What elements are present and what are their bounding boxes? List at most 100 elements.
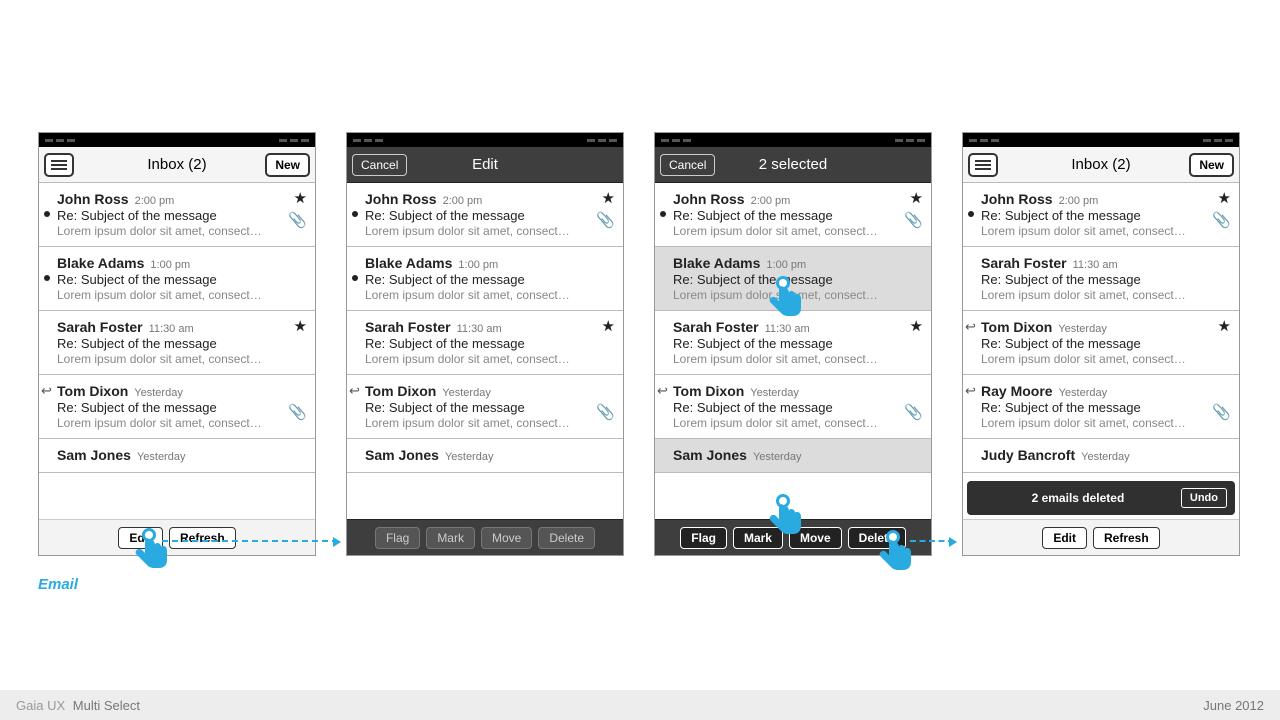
refresh-button[interactable]: Refresh: [1093, 527, 1160, 549]
reply-icon: ↩: [349, 383, 360, 399]
footer-brand: Gaia UX: [16, 698, 65, 713]
preview: Lorem ipsum dolor sit amet, consect…: [365, 416, 615, 430]
subject: Re: Subject of the message: [57, 208, 307, 223]
sender: Sarah Foster: [673, 319, 759, 335]
mark-button: Mark: [426, 527, 475, 549]
toolbar: Flag Mark Move Delete: [655, 519, 931, 555]
toolbar: Edit Refresh: [39, 519, 315, 555]
sender: Sarah Foster: [365, 319, 451, 335]
sender: John Ross: [57, 191, 129, 207]
sender: Tom Dixon: [57, 383, 128, 399]
message-row[interactable]: ↩📎Tom DixonYesterdayRe: Subject of the m…: [347, 375, 623, 439]
message-row[interactable]: ↩📎Ray MooreYesterdayRe: Subject of the m…: [963, 375, 1239, 439]
flag-button[interactable]: Flag: [680, 527, 727, 549]
sender: Sam Jones: [673, 447, 747, 463]
new-button[interactable]: New: [1189, 153, 1234, 177]
subject: Re: Subject of the message: [981, 400, 1231, 415]
sender: John Ross: [365, 191, 437, 207]
message-row[interactable]: ↩📎Tom DixonYesterdayRe: Subject of the m…: [655, 375, 931, 439]
edit-button[interactable]: Edit: [1042, 527, 1087, 549]
star-icon: ★: [1218, 189, 1231, 207]
message-row[interactable]: Blake Adams1:00 pmRe: Subject of the mes…: [347, 247, 623, 311]
unread-dot-icon: [352, 211, 358, 217]
menu-icon[interactable]: [44, 153, 74, 177]
star-icon: ★: [294, 317, 307, 335]
preview: Lorem ipsum dolor sit amet, consect…: [981, 352, 1231, 366]
star-icon: ★: [1218, 317, 1231, 335]
message-row[interactable]: ★📎John Ross2:00 pmRe: Subject of the mes…: [39, 183, 315, 247]
message-row[interactable]: Sarah Foster11:30 amRe: Subject of the m…: [963, 247, 1239, 311]
message-row[interactable]: Sam JonesYesterday: [655, 439, 931, 473]
move-button[interactable]: Move: [789, 527, 842, 549]
timestamp: 2:00 pm: [751, 195, 791, 207]
timestamp: 2:00 pm: [443, 195, 483, 207]
header: Cancel 2 selected: [655, 147, 931, 183]
edit-button[interactable]: Edit: [118, 527, 163, 549]
cancel-button[interactable]: Cancel: [660, 154, 715, 176]
star-icon: ★: [910, 317, 923, 335]
menu-icon[interactable]: [968, 153, 998, 177]
delete-button[interactable]: Delete: [848, 527, 906, 549]
subject: Re: Subject of the message: [57, 336, 307, 351]
reply-icon: ↩: [965, 383, 976, 399]
move-button: Move: [481, 527, 532, 549]
message-row[interactable]: Sam JonesYesterday: [39, 439, 315, 473]
subject: Re: Subject of the message: [365, 336, 615, 351]
attachment-icon: 📎: [288, 211, 307, 229]
sender: John Ross: [673, 191, 745, 207]
message-row[interactable]: ★📎John Ross2:00 pmRe: Subject of the mes…: [347, 183, 623, 247]
sender: Sam Jones: [57, 447, 131, 463]
star-icon: ★: [294, 189, 307, 207]
preview: Lorem ipsum dolor sit amet, consect…: [57, 416, 307, 430]
preview: Lorem ipsum dolor sit amet, consect…: [673, 288, 923, 302]
cancel-button[interactable]: Cancel: [352, 154, 407, 176]
timestamp: 1:00 pm: [150, 259, 190, 271]
statusbar: [347, 133, 623, 147]
attachment-icon: 📎: [596, 211, 615, 229]
sender: Tom Dixon: [981, 319, 1052, 335]
timestamp: 11:30 am: [149, 323, 194, 335]
phone-edit-selected: Cancel 2 selected ★📎John Ross2:00 pmRe: …: [654, 132, 932, 556]
attachment-icon: 📎: [596, 403, 615, 421]
phone-edit-empty: Cancel Edit ★ 📎 John Ross 2:00 pm Re: Subjec…: [346, 132, 624, 556]
mark-button[interactable]: Mark: [733, 527, 783, 549]
message-row[interactable]: ★📎John Ross2:00 pmRe: Subject of the mes…: [963, 183, 1239, 247]
attachment-icon: 📎: [288, 403, 307, 421]
sender: Tom Dixon: [673, 383, 744, 399]
message-row[interactable]: ★ Sarah Foster 11:30 amRe: Subject of the …: [347, 311, 623, 375]
star-icon: ★: [602, 317, 615, 335]
statusbar: [39, 133, 315, 147]
message-row[interactable]: ★Sarah Foster11:30 amRe: Subject of the …: [655, 311, 931, 375]
refresh-button[interactable]: Refresh: [169, 527, 236, 549]
header: Inbox (2) New: [39, 147, 315, 183]
message-row[interactable]: Blake Adams1:00 pmRe: Subject of the mes…: [655, 247, 931, 311]
message-row[interactable]: Sam JonesYesterday: [347, 439, 623, 473]
message-row[interactable]: ↩📎Tom DixonYesterdayRe: Subject of the m…: [39, 375, 315, 439]
flow-arrow-icon: [162, 540, 338, 542]
message-row[interactable]: ↩★Tom DixonYesterdayRe: Subject of the m…: [963, 311, 1239, 375]
message-row[interactable]: ★📎John Ross2:00 pmRe: Subject of the mes…: [655, 183, 931, 247]
star-icon: ★: [602, 189, 615, 207]
diagram-label: Email: [38, 576, 78, 593]
preview: Lorem ipsum dolor sit amet, consect…: [981, 416, 1231, 430]
preview: Lorem ipsum dolor sit amet, consect…: [981, 288, 1231, 302]
timestamp: Yesterday: [750, 387, 799, 399]
flow-arrow-icon: [910, 540, 954, 542]
reply-icon: ↩: [965, 319, 976, 335]
preview: Lorem ipsum dolor sit amet, consect…: [57, 224, 307, 238]
timestamp: 11:30 am: [457, 323, 502, 335]
timestamp: 1:00 pm: [458, 259, 498, 271]
message-row[interactable]: Blake Adams1:00 pmRe: Subject of the mes…: [39, 247, 315, 311]
message-row[interactable]: Judy BancroftYesterday: [963, 439, 1239, 473]
undo-button[interactable]: Undo: [1181, 488, 1227, 508]
header: Cancel Edit: [347, 147, 623, 183]
message-row[interactable]: ★Sarah Foster11:30 amRe: Subject of the …: [39, 311, 315, 375]
subject: Re: Subject of the message: [365, 400, 615, 415]
timestamp: 2:00 pm: [1059, 195, 1099, 207]
new-button[interactable]: New: [265, 153, 310, 177]
attachment-icon: 📎: [1212, 211, 1231, 229]
message-list: ★ 📎 John Ross 2:00 pm Re: Subject of the mes…: [347, 183, 623, 473]
message-list: ★📎John Ross2:00 pmRe: Subject of the mes…: [655, 183, 931, 473]
flag-button: Flag: [375, 527, 420, 549]
footer-title: Multi Select: [73, 698, 140, 713]
